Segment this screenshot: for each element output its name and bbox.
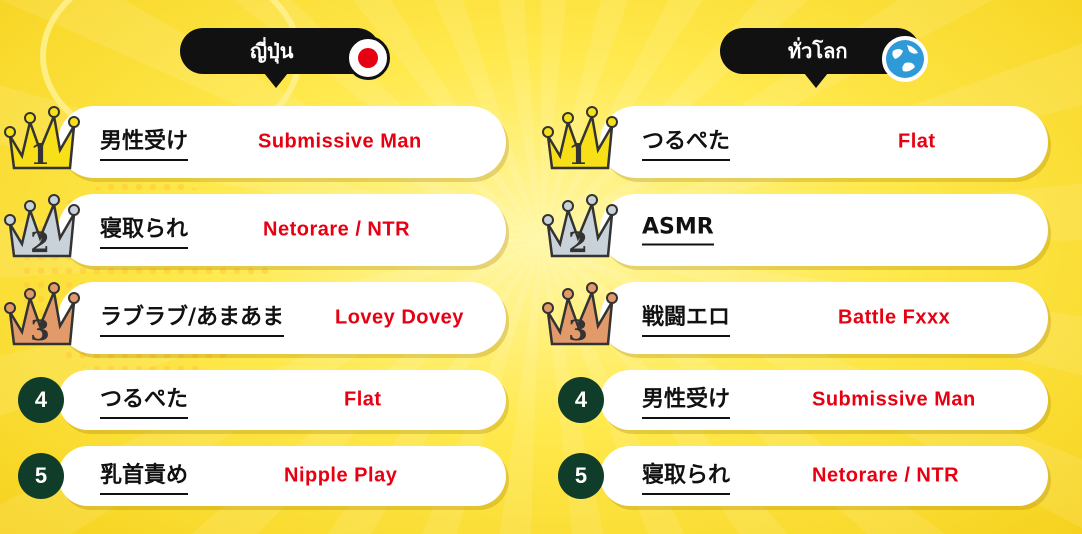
rank-5-badge: 5 — [18, 453, 64, 499]
japan-rank-4-en: Flat — [344, 388, 382, 411]
worldwide-rank-5-jp: 寝取られ — [642, 457, 731, 495]
worldwide-rank-1-jp: つるぺた — [642, 123, 731, 161]
silver-crown-icon: 2 — [2, 192, 80, 264]
rank-4-badge: 4 — [558, 377, 604, 423]
worldwide-rank-3-jp: 戦闘エロ — [642, 299, 731, 337]
japan-rank-1-jp: 男性受け — [100, 123, 189, 161]
svg-text:1: 1 — [568, 138, 587, 171]
worldwide-rank-4-row: 男性受け Submissive Man — [600, 370, 1048, 430]
japan-header: ญี่ปุ่น — [180, 28, 390, 88]
svg-text:3: 3 — [30, 314, 49, 347]
japan-flag-icon — [346, 36, 390, 80]
japan-rank-2-jp: 寝取られ — [100, 211, 189, 249]
japan-rank-5-jp: 乳首責め — [100, 457, 189, 495]
japan-header-title: ญี่ปุ่น — [250, 39, 294, 63]
globe-icon — [882, 36, 928, 82]
worldwide-rank-3-en: Battle Fxxx — [838, 306, 951, 329]
svg-text:2: 2 — [30, 226, 49, 259]
japan-rank-3-row: ラブラブ/あまあま Lovey Dovey — [58, 282, 506, 354]
svg-text:2: 2 — [568, 226, 587, 259]
japan-ranking-column: ญี่ปุ่น 男性受け Submissive Man 1 寝取られ Netor… — [0, 0, 520, 534]
worldwide-rank-2-row: ASMR — [600, 194, 1048, 266]
bronze-crown-icon: 3 — [2, 280, 80, 352]
gold-crown-icon: 1 — [2, 104, 80, 176]
worldwide-rank-1-en: Flat — [898, 130, 936, 153]
worldwide-header: ทั่วโลก — [720, 28, 928, 88]
rank-4-badge: 4 — [18, 377, 64, 423]
worldwide-rank-4-en: Submissive Man — [812, 388, 976, 411]
japan-rank-1-en: Submissive Man — [258, 130, 422, 153]
japan-rank-5-en: Nipple Play — [284, 464, 398, 487]
crown-rank-1: 1 — [30, 138, 49, 171]
worldwide-rank-4-jp: 男性受け — [642, 381, 731, 419]
gold-crown-icon: 1 — [540, 104, 618, 176]
japan-rank-3-jp: ラブラブ/あまあま — [100, 299, 285, 337]
svg-text:3: 3 — [568, 314, 587, 347]
japan-rank-2-en: Netorare / NTR — [263, 218, 411, 241]
worldwide-ranking-column: ทั่วโลก つるぺた Flat 1 ASMR 2 戦闘エロ Battle F… — [540, 0, 1060, 534]
bronze-crown-icon: 3 — [540, 280, 618, 352]
japan-rank-2-row: 寝取られ Netorare / NTR — [58, 194, 506, 266]
japan-rank-1-row: 男性受け Submissive Man — [58, 106, 506, 178]
japan-rank-5-row: 乳首責め Nipple Play — [58, 446, 506, 506]
worldwide-rank-5-row: 寝取られ Netorare / NTR — [600, 446, 1048, 506]
japan-rank-4-row: つるぺた Flat — [58, 370, 506, 430]
rank-5-badge: 5 — [558, 453, 604, 499]
silver-crown-icon: 2 — [540, 192, 618, 264]
japan-rank-3-en: Lovey Dovey — [335, 306, 464, 329]
worldwide-rank-3-row: 戦闘エロ Battle Fxxx — [600, 282, 1048, 354]
worldwide-rank-5-en: Netorare / NTR — [812, 464, 960, 487]
worldwide-rank-1-row: つるぺた Flat — [600, 106, 1048, 178]
worldwide-rank-2-jp: ASMR — [642, 215, 714, 246]
japan-rank-4-jp: つるぺた — [100, 381, 189, 419]
worldwide-header-title: ทั่วโลก — [788, 39, 848, 63]
